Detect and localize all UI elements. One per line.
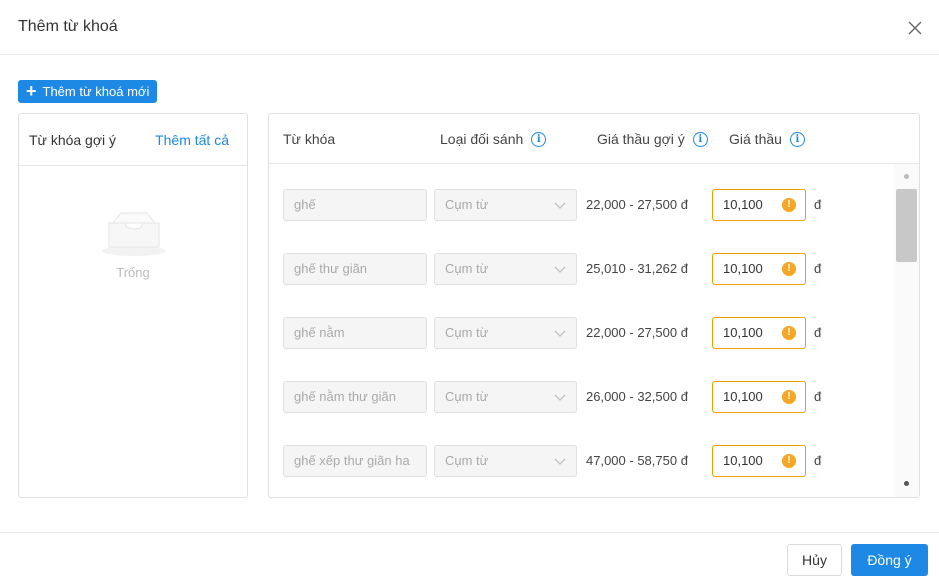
currency-label: đ xyxy=(814,197,822,212)
keyword-table-panel: Từ khóa Loại đối sánh i Giá thầu gợi ý i… xyxy=(268,113,920,498)
bid-input[interactable]: 10,100 ! xyxy=(712,253,806,285)
currency-label: đ xyxy=(814,261,822,276)
currency-label: đ xyxy=(814,325,822,340)
confirm-button[interactable]: Đồng ý xyxy=(851,544,928,576)
table-scrollbar[interactable] xyxy=(894,164,919,497)
add-all-link[interactable]: Thêm tất cả xyxy=(155,132,229,148)
warning-icon[interactable]: ! xyxy=(782,454,796,468)
suggested-bid: 26,000 - 32,500 đ xyxy=(586,389,688,404)
table-row: ghế nằm Cụm từ 22,000 - 27,500 đ 10,100 … xyxy=(269,317,894,349)
modal-footer: Hủy Đồng ý xyxy=(0,532,939,580)
match-type-select: Cụm từ xyxy=(434,445,577,477)
table-row: ghế xếp thư giãn ha Cụm từ 47,000 - 58,7… xyxy=(269,445,894,477)
bid-input[interactable]: 10,100 ! xyxy=(712,381,806,413)
chevron-down-icon xyxy=(554,202,566,209)
match-type-select: Cụm từ xyxy=(434,253,577,285)
warning-icon[interactable]: ! xyxy=(782,198,796,212)
warning-icon[interactable]: ! xyxy=(782,390,796,404)
scroll-thumb[interactable] xyxy=(896,189,917,262)
suggested-bid: 47,000 - 58,750 đ xyxy=(586,453,688,468)
chevron-down-icon xyxy=(554,458,566,465)
scroll-down-arrow-icon[interactable] xyxy=(904,481,909,486)
bid-input[interactable]: 10,100 ! xyxy=(712,445,806,477)
suggested-keywords-panel: Từ khóa gợi ý Thêm tất cả Trống xyxy=(18,113,248,498)
keyword-input: ghế nằm xyxy=(283,317,427,349)
bid-value: 10,100 xyxy=(723,325,763,340)
bid-input[interactable]: 10,100 ! xyxy=(712,189,806,221)
header-match-type-label: Loại đối sánh xyxy=(440,131,524,147)
header-bid: Giá thầu i xyxy=(729,131,805,147)
table-row: ghế Cụm từ 22,000 - 27,500 đ 10,100 ! đ xyxy=(269,189,894,221)
close-button[interactable] xyxy=(905,18,925,38)
suggested-keywords-title: Từ khóa gợi ý xyxy=(29,132,117,148)
suggested-keywords-header: Từ khóa gợi ý Thêm tất cả xyxy=(19,114,247,166)
info-icon[interactable]: i xyxy=(531,131,547,147)
table-header: Từ khóa Loại đối sánh i Giá thầu gợi ý i… xyxy=(269,114,919,164)
empty-inbox-icon xyxy=(102,212,166,256)
warning-icon[interactable]: ! xyxy=(782,326,796,340)
warning-icon[interactable]: ! xyxy=(782,262,796,276)
header-suggested-bid: Giá thầu gợi ý i xyxy=(597,131,708,147)
bid-input[interactable]: 10,100 ! xyxy=(712,317,806,349)
header-keyword: Từ khóa xyxy=(283,131,335,147)
info-icon[interactable]: i xyxy=(789,131,805,147)
scroll-up-arrow-icon[interactable] xyxy=(904,174,909,179)
table-row: ghế nằm thư giãn Cụm từ 26,000 - 32,500 … xyxy=(269,381,894,413)
empty-text: Trống xyxy=(116,265,150,280)
match-type-value: Cụm từ xyxy=(445,389,489,404)
add-new-keyword-button[interactable]: + Thêm từ khoá mới xyxy=(18,80,158,103)
keyword-input: ghế xếp thư giãn ha xyxy=(283,445,427,477)
modal-title: Thêm từ khoá xyxy=(18,18,118,35)
info-icon[interactable]: i xyxy=(692,131,708,147)
bid-value: 10,100 xyxy=(723,197,763,212)
match-type-value: Cụm từ xyxy=(445,197,489,212)
currency-label: đ xyxy=(814,389,822,404)
table-row: ghế thư giãn Cụm từ 25,010 - 31,262 đ 10… xyxy=(269,253,894,285)
match-type-select: Cụm từ xyxy=(434,317,577,349)
bid-value: 10,100 xyxy=(723,453,763,468)
bid-value: 10,100 xyxy=(723,261,763,276)
plus-icon: + xyxy=(26,80,37,101)
add-keyword-modal: Thêm từ khoá + Thêm từ khoá mới Từ khóa … xyxy=(0,0,939,580)
header-suggested-bid-label: Giá thầu gợi ý xyxy=(597,131,685,147)
match-type-value: Cụm từ xyxy=(445,453,489,468)
match-type-value: Cụm từ xyxy=(445,261,489,276)
header-bid-label: Giá thầu xyxy=(729,131,782,147)
header-match-type: Loại đối sánh i xyxy=(440,131,547,147)
chevron-down-icon xyxy=(554,330,566,337)
match-type-select: Cụm từ xyxy=(434,189,577,221)
suggested-bid: 25,010 - 31,262 đ xyxy=(586,261,688,276)
suggested-bid: 22,000 - 27,500 đ xyxy=(586,325,688,340)
keyword-input: ghế thư giãn xyxy=(283,253,427,285)
match-type-select: Cụm từ xyxy=(434,381,577,413)
bid-value: 10,100 xyxy=(723,389,763,404)
cancel-button[interactable]: Hủy xyxy=(787,544,842,576)
modal-header: Thêm từ khoá xyxy=(0,0,939,55)
keyword-input: ghế xyxy=(283,189,427,221)
chevron-down-icon xyxy=(554,266,566,273)
add-new-keyword-label: Thêm từ khoá mới xyxy=(42,84,150,99)
currency-label: đ xyxy=(814,453,822,468)
match-type-value: Cụm từ xyxy=(445,325,489,340)
suggested-bid: 22,000 - 27,500 đ xyxy=(586,197,688,212)
keyword-input: ghế nằm thư giãn xyxy=(283,381,427,413)
close-icon xyxy=(908,21,922,35)
chevron-down-icon xyxy=(554,394,566,401)
header-keyword-label: Từ khóa xyxy=(283,131,336,147)
